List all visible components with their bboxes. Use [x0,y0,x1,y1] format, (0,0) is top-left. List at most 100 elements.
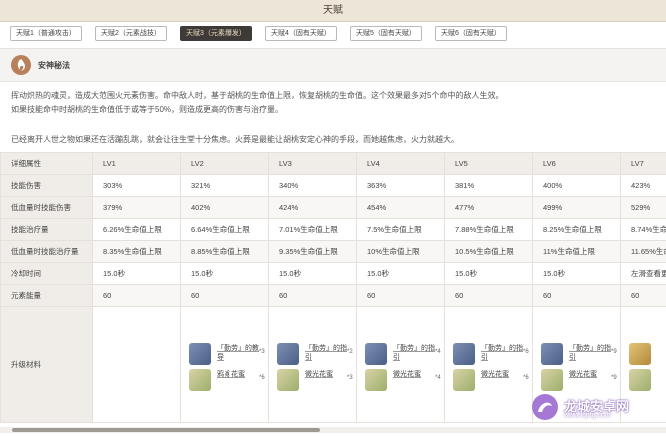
material-count: *3 [347,375,353,381]
table-cell: 8.85%生命值上限 [180,240,269,263]
skill-icon [11,55,31,75]
watermark-url: www.lcjrfg.com [564,412,611,419]
table-cell: 10.5%生命值上限 [444,240,533,263]
skill-description-line-2: 如果技能命中时胡桃的生命值低于或等于50%，则造成更高的伤害与治疗量。 [11,105,284,114]
row-label: 升级材料 [0,306,93,423]
material-item[interactable]: 鸦豸花蜜 *6 [189,369,268,391]
tab-talent-2[interactable]: 天赋2（元素战技） [95,26,167,41]
table-row: 技能伤害 303% 321% 340% 363% 381% 400% 423% [0,174,666,197]
table-cell: 6.26%生命值上限 [92,218,181,241]
tab-talent-4[interactable]: 天赋4（固有天赋） [265,26,337,41]
column-header-lv2: LV2 [180,152,269,175]
page-title: 天赋 [0,0,666,22]
material-item[interactable]: 「勤劳」的指引 *6 [453,343,532,365]
table-cell: 529% [620,196,666,219]
material-name[interactable]: 「勤劳」的指引 [481,344,525,362]
watermark: 龙城安卓网 www.lcjrfg.com [530,390,662,426]
material-name[interactable]: 微光花蜜 [569,370,613,379]
table-cell: 423% [620,174,666,197]
material-item[interactable] [629,369,666,391]
tab-talent-3[interactable]: 天赋3（元素爆发） [180,26,252,41]
table-cell: 60 [92,284,181,307]
table-cell: 15.0秒 [268,262,357,285]
table-cell: 7.88%生命值上限 [444,218,533,241]
material-name[interactable]: 微光花蜜 [305,370,349,379]
table-cell: 60 [620,284,666,307]
materials-cell: 「勤劳」的教导 *3 鸦豸花蜜 *6 [180,306,269,423]
table-cell: 8.35%生命值上限 [92,240,181,263]
table-cell: 60 [268,284,357,307]
material-count: *6 [259,375,265,381]
table-row: 低血量时技能治疗量 8.35%生命值上限 8.85%生命值上限 9.35%生命值上限 1… [0,240,666,263]
table-row: 低血量时技能伤害 379% 402% 424% 454% 477% 499% 529% [0,196,666,219]
skill-flavor-text: 已经离开人世之物如果还在活蹦乱跳，就会让往生堂十分焦虑。火葬是最能让胡桃安定心神… [11,135,459,144]
table-row: 冷却时间15.0秒15.0秒15.0秒15.0秒15.0秒15.0秒左滑查看更多 [0,262,666,285]
table-cell: 454% [356,196,445,219]
material-item[interactable]: 「勤劳」的指引 *4 [365,343,444,365]
material-name[interactable]: 「勤劳」的指引 [305,344,349,362]
row-label: 技能伤害 [0,174,93,197]
gold-material-icon [629,343,651,365]
flower-material-icon [365,369,387,391]
flower-material-icon [453,369,475,391]
material-count: *4 [435,375,441,381]
book-material-icon [277,343,299,365]
material-item[interactable]: 微光花蜜 *6 [453,369,532,391]
book-material-icon [541,343,563,365]
table-cell: 60 [444,284,533,307]
material-count: *2 [347,349,353,355]
table-cell: 15.0秒 [356,262,445,285]
material-name[interactable]: 「勤劳」的指引 [569,344,613,362]
materials-cell: 「勤劳」的指引 *6 微光花蜜 *6 [444,306,533,423]
table-cell: 477% [444,196,533,219]
table-cell: 402% [180,196,269,219]
table-cell: 363% [356,174,445,197]
row-label: 低血量时技能治疗量 [0,240,93,263]
material-count: *6 [523,349,529,355]
material-name[interactable]: 微光花蜜 [481,370,525,379]
material-count: *9 [611,349,617,355]
table-cell: 8.25%生命值上限 [532,218,621,241]
scrollbar-thumb[interactable] [12,428,320,432]
tab-talent-5[interactable]: 天赋5（固有天赋） [350,26,422,41]
flower-material-icon [277,369,299,391]
material-count: *9 [611,375,617,381]
table-cell: 15.0秒 [444,262,533,285]
row-label: 冷却时间 [0,262,93,285]
column-header-lv1: LV1 [92,152,181,175]
material-count: *3 [259,349,265,355]
tab-talent-1[interactable]: 天赋1（普通攻击） [10,26,82,41]
material-item[interactable]: 「勤劳」的指引 *9 [541,343,620,365]
column-header-lv4: LV4 [356,152,445,175]
table-cell: 499% [532,196,621,219]
flower-material-icon [541,369,563,391]
tab-talent-6[interactable]: 天赋6（固有天赋） [435,26,507,41]
table-header-row: 详细属性 LV1 LV2 LV3 LV4 LV5 LV6 LV7 [0,152,666,175]
flower-material-icon [189,369,211,391]
table-cell: 424% [268,196,357,219]
material-item[interactable]: 微光花蜜 *9 [541,369,620,391]
material-item[interactable] [629,343,666,365]
book-material-icon [189,343,211,365]
table-cell: 11.65%生命值上限 [620,240,666,263]
table-cell: 左滑查看更多 [620,262,666,285]
material-name[interactable]: 「勤劳」的教导 [217,344,261,362]
material-item[interactable]: 「勤劳」的教导 *3 [189,343,268,365]
material-item[interactable]: 微光花蜜 *4 [365,369,444,391]
table-cell: 15.0秒 [532,262,621,285]
talent-stats-table: 详细属性 LV1 LV2 LV3 LV4 LV5 LV6 LV7 技能伤害 303% 321% 340… [0,152,666,423]
column-header-attribute: 详细属性 [0,152,93,175]
row-label: 元素能量 [0,284,93,307]
material-name[interactable]: 鸦豸花蜜 [217,370,261,379]
table-cell: 379% [92,196,181,219]
table-cell: 303% [92,174,181,197]
material-item[interactable]: 微光花蜜 *3 [277,369,356,391]
column-header-lv6: LV6 [532,152,621,175]
table-cell: 8.74%生命值上限 [620,218,666,241]
table-cell: 11%生命值上限 [532,240,621,263]
material-name[interactable]: 「勤劳」的指引 [393,344,437,362]
watermark-logo-icon [532,394,558,420]
material-item[interactable]: 「勤劳」的指引 *2 [277,343,356,365]
material-name[interactable]: 微光花蜜 [393,370,437,379]
table-cell: 400% [532,174,621,197]
